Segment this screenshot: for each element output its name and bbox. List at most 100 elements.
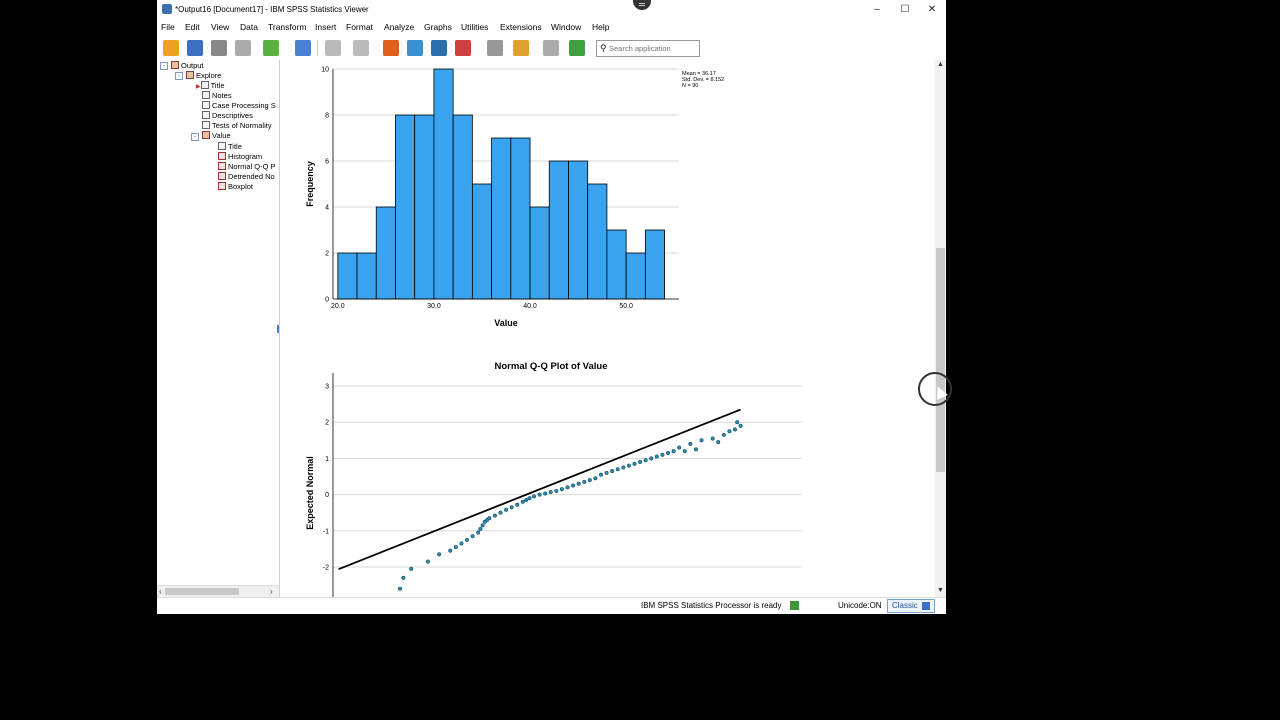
search-input[interactable] (609, 42, 695, 54)
menu-format[interactable]: Format (346, 22, 373, 32)
histogram-xtick-label: 30.0 (427, 303, 441, 310)
content-vertical-scrollbar[interactable]: ▲ ▼ (935, 60, 946, 597)
histogram-bar (606, 229, 627, 300)
histogram-bar (471, 183, 492, 300)
toolbar: ⚲ (157, 36, 946, 60)
tree-item-output[interactable]: Output (171, 61, 204, 71)
qq-data-point (470, 534, 475, 539)
tree-item-boxplot[interactable]: Boxplot (218, 182, 253, 192)
scroll-down-icon[interactable]: ▼ (937, 587, 944, 594)
histogram-ytick-label: 10 (321, 67, 329, 74)
qq-data-point (732, 427, 738, 432)
histogram-bar (452, 114, 473, 300)
tree-item-value[interactable]: Value (202, 131, 231, 141)
goto-case-icon[interactable] (407, 40, 423, 56)
run-script-icon[interactable] (569, 40, 585, 56)
window-title: *Output16 [Document17] - IBM SPSS Statis… (175, 5, 369, 14)
qq-data-point (660, 452, 665, 457)
scroll-thumb[interactable] (165, 588, 239, 595)
tree-item-normal-qq[interactable]: Normal Q-Q P (218, 162, 276, 172)
toolbar-separator (317, 40, 318, 56)
qq-data-point (671, 449, 676, 454)
menu-insert[interactable]: Insert (315, 22, 336, 32)
menu-edit[interactable]: Edit (185, 22, 200, 32)
redo-icon[interactable] (353, 40, 369, 56)
qq-data-point (665, 450, 671, 456)
menu-file[interactable]: File (161, 22, 175, 32)
menu-view[interactable]: View (211, 22, 229, 32)
scroll-thumb[interactable] (936, 248, 945, 472)
classic-mode-toggle[interactable]: Classic (887, 599, 935, 613)
tree-item-explore[interactable]: Explore (186, 71, 221, 81)
qq-data-point (638, 459, 643, 465)
qq-data-point (738, 423, 743, 428)
tree-item-histogram[interactable]: Histogram (218, 152, 262, 162)
tree-item-detrended[interactable]: Detrended No (218, 172, 275, 182)
menu-utilities[interactable]: Utilities (461, 22, 488, 32)
histogram-ylabel: Frequency (305, 161, 315, 207)
menu-transform[interactable]: Transform (268, 22, 306, 32)
designate-window-icon[interactable] (513, 40, 529, 56)
collapse-explore-icon[interactable]: - (175, 72, 183, 80)
qq-data-point (621, 465, 626, 470)
goto-variable-icon[interactable] (431, 40, 447, 56)
histogram-xtick-label: 40.0 (523, 303, 537, 310)
tree-item-descriptives[interactable]: Descriptives (202, 111, 253, 121)
qq-data-point (598, 472, 604, 477)
qq-data-point (520, 499, 525, 504)
histogram-bar (491, 137, 512, 300)
minimize-icon[interactable]: – (870, 3, 884, 17)
print-preview-icon[interactable] (235, 40, 251, 56)
title-icon (218, 142, 226, 150)
table-icon (202, 101, 210, 109)
print-icon[interactable] (211, 40, 227, 56)
toolbar-grip-icon[interactable] (633, 0, 651, 10)
qq-data-point (721, 432, 726, 437)
qq-data-point (397, 586, 403, 591)
tree-item-case-processing[interactable]: Case Processing S (202, 101, 276, 111)
show-all-variables-icon[interactable] (487, 40, 503, 56)
output-charts-canvas: 024681020.0 30.0 40.0 50.0ValueFrequencyMea… (305, 67, 802, 597)
scroll-up-icon[interactable]: ▲ (937, 61, 944, 68)
classic-mode-label: Classic (892, 601, 918, 610)
menu-extensions[interactable]: Extensions (500, 22, 542, 32)
tree-item-tests-of-normality[interactable]: Tests of Normality (202, 121, 272, 131)
save-icon[interactable] (187, 40, 203, 56)
create-edit-autoscript-icon[interactable] (543, 40, 559, 56)
histogram-xlabel: Value (494, 318, 518, 328)
qq-data-point (548, 490, 553, 495)
qq-data-point (487, 516, 492, 521)
recall-dialog-icon[interactable] (295, 40, 311, 56)
qq-data-point (727, 429, 732, 434)
histogram-ytick-label: 0 (325, 297, 329, 304)
menu-graphs[interactable]: Graphs (424, 22, 452, 32)
menu-data[interactable]: Data (240, 22, 258, 32)
scroll-left-icon[interactable]: ‹ (159, 587, 162, 596)
export-icon[interactable] (263, 40, 279, 56)
maximize-icon[interactable]: ☐ (898, 3, 912, 17)
open-icon[interactable] (163, 40, 179, 56)
histogram-bar (337, 252, 358, 300)
close-icon[interactable]: ✕ (925, 3, 939, 17)
collapse-value-icon[interactable]: - (191, 133, 199, 141)
collapse-output-icon[interactable]: - (160, 62, 168, 70)
tree-item-value-title[interactable]: Title (218, 142, 242, 152)
menu-help[interactable]: Help (592, 22, 609, 32)
search-application-input-box[interactable]: ⚲ (596, 40, 700, 57)
histogram-bar (414, 114, 435, 300)
histogram-ytick-label: 8 (325, 113, 329, 120)
qq-data-point (559, 487, 564, 492)
processor-status: IBM SPSS Statistics Processor is ready (641, 601, 782, 610)
scroll-right-icon[interactable]: › (270, 587, 273, 596)
qq-data-point (401, 575, 406, 580)
menu-window[interactable]: Window (551, 22, 581, 32)
qq-reference-line (338, 408, 741, 571)
qq-data-point (492, 513, 497, 518)
tree-item-notes[interactable]: Notes (202, 91, 232, 101)
qq-data-point (587, 478, 592, 483)
undo-icon[interactable] (325, 40, 341, 56)
variables-icon[interactable] (455, 40, 471, 56)
tree-item-title[interactable]: ▶ Title (196, 81, 225, 91)
goto-data-icon[interactable] (383, 40, 399, 56)
menu-analyze[interactable]: Analyze (384, 22, 414, 32)
